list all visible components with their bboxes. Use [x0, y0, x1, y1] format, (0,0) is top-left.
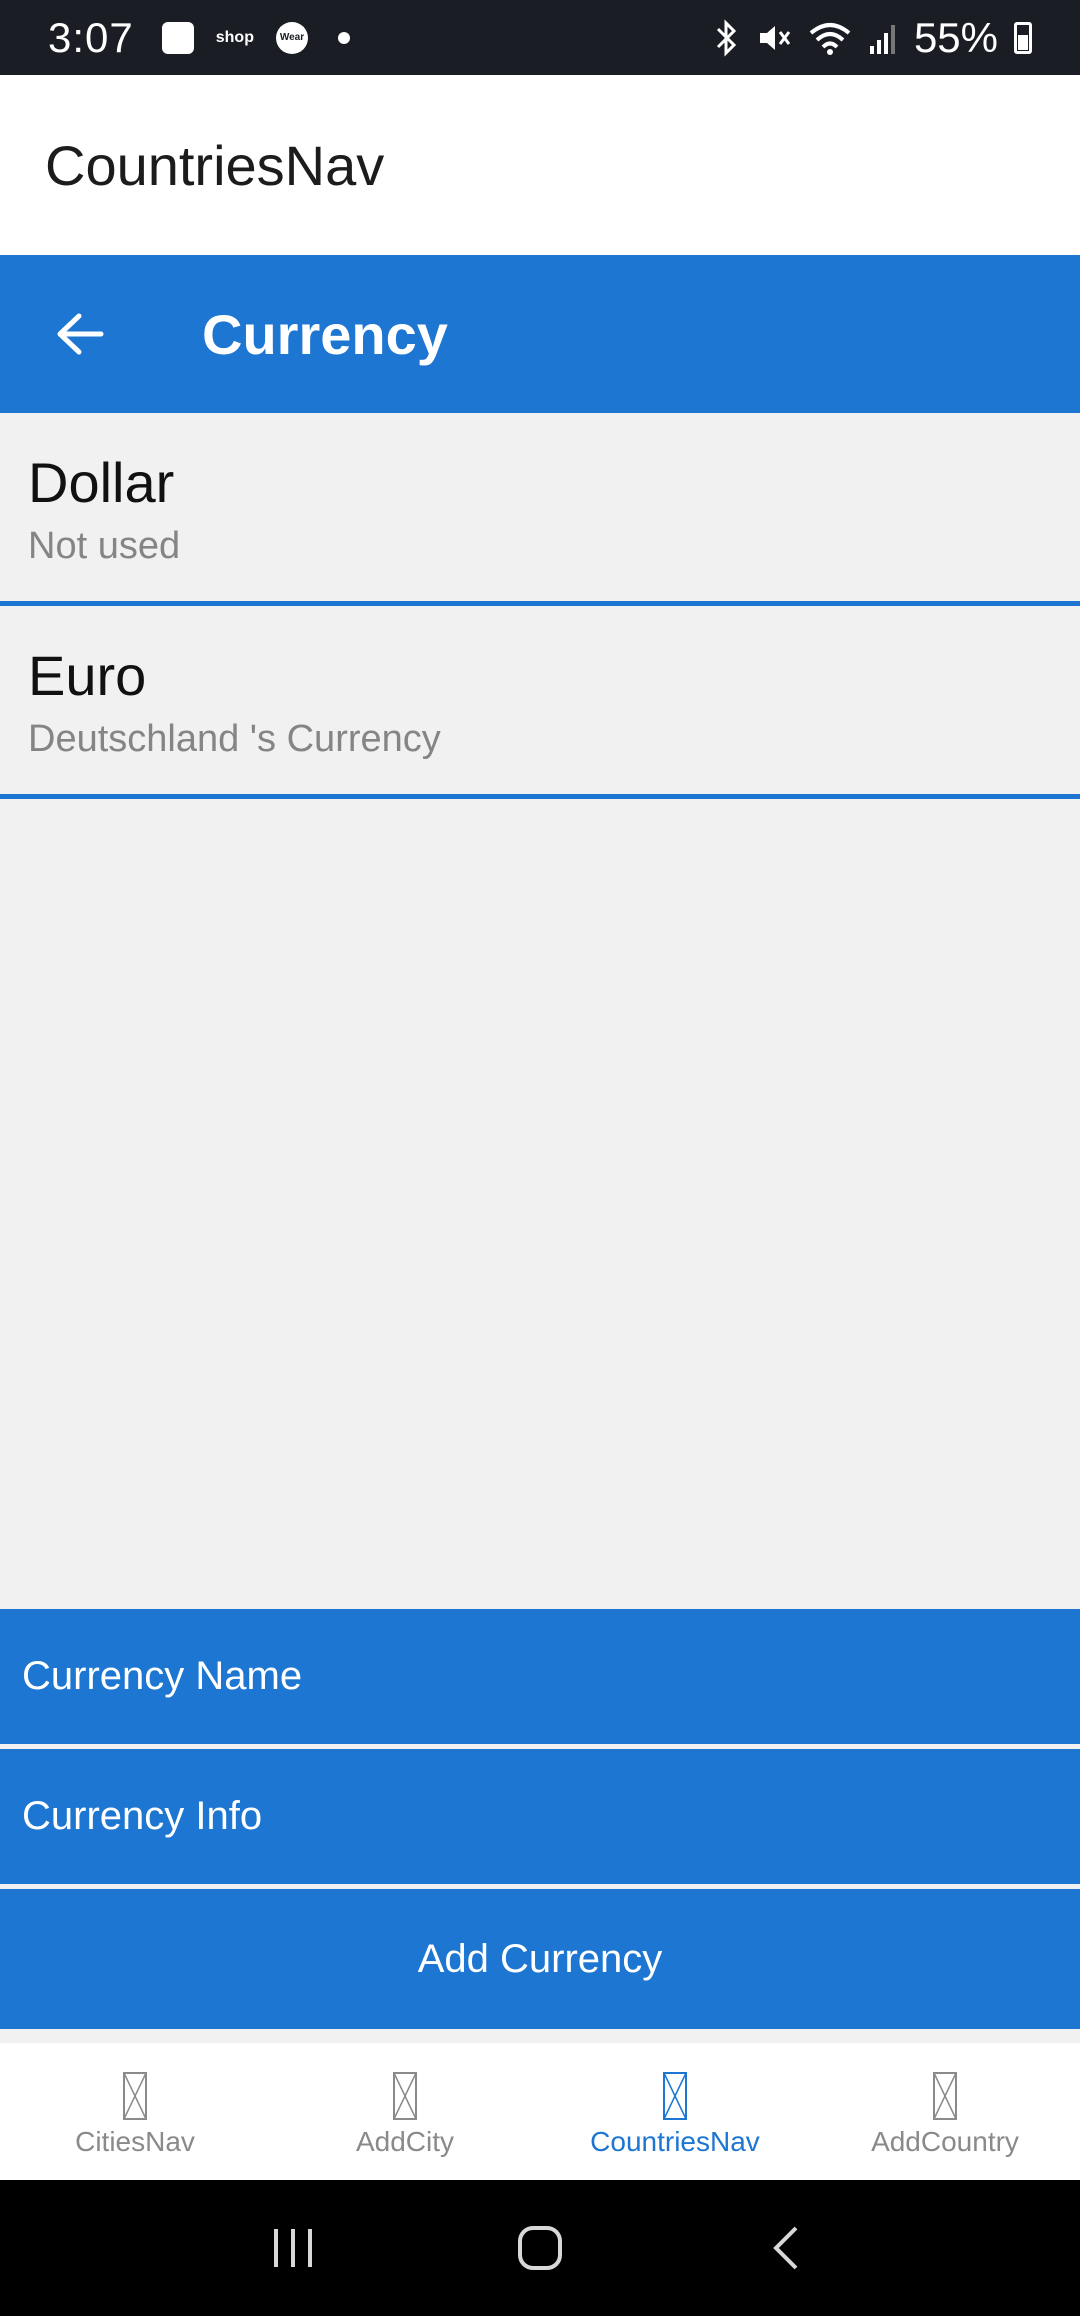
arrow-left-icon — [57, 313, 104, 355]
add-currency-button[interactable]: Add Currency — [0, 1889, 1080, 2029]
signal-icon — [869, 24, 895, 54]
currency-info-input[interactable] — [22, 1749, 1080, 1884]
tab-label: AddCity — [355, 2125, 455, 2157]
add-currency-form: Add Currency — [0, 1609, 1080, 2029]
navigation-header: Currency — [0, 255, 1080, 413]
status-right: 55% — [712, 14, 1032, 62]
currency-item-dollar[interactable]: Dollar Not used — [0, 413, 1080, 606]
back-button[interactable] — [0, 255, 160, 413]
currency-name-input[interactable] — [22, 1609, 1080, 1744]
placeholder-icon — [933, 2071, 957, 2120]
wifi-icon — [809, 22, 851, 55]
app-title: CountriesNav — [45, 133, 385, 197]
system-navigation-bar — [0, 2180, 1080, 2316]
tab-addcountry[interactable]: AddCountry — [810, 2043, 1080, 2180]
page-title: Currency — [202, 302, 448, 366]
tab-addcity[interactable]: AddCity — [270, 2043, 540, 2180]
placeholder-icon — [393, 2071, 417, 2120]
tab-label: AddCountry — [871, 2125, 1019, 2157]
shop-icon: shop — [215, 28, 254, 46]
currency-item-euro[interactable]: Euro Deutschland 's Currency — [0, 606, 1080, 799]
battery-percent: 55% — [913, 13, 998, 61]
tab-label: CitiesNav — [75, 2125, 195, 2157]
tab-countriesnav[interactable]: CountriesNav — [540, 2043, 810, 2180]
currency-name: Dollar — [28, 451, 175, 514]
system-back-button[interactable] — [747, 2208, 827, 2288]
status-bar: 3:07 shop Wear 55% — [0, 0, 1080, 75]
app-title-bar: CountriesNav — [0, 75, 1080, 255]
bluetooth-icon — [716, 18, 737, 57]
gallery-icon — [161, 21, 194, 54]
recent-apps-icon — [274, 2229, 313, 2267]
placeholder-icon — [663, 2071, 687, 2120]
chevron-left-icon — [772, 2226, 798, 2270]
tab-citiesnav[interactable]: CitiesNav — [0, 2043, 270, 2180]
recent-apps-button[interactable] — [253, 2208, 333, 2288]
currency-name-field — [0, 1609, 1080, 1749]
bottom-tab-bar: CitiesNav AddCity CountriesNav AddCountr… — [0, 2043, 1080, 2180]
home-button[interactable] — [500, 2208, 580, 2288]
battery-icon — [1014, 21, 1032, 54]
currency-name: Euro — [28, 644, 147, 707]
wear-icon-label: Wear — [279, 31, 305, 43]
currency-info: Deutschland 's Currency — [28, 718, 441, 761]
status-left: 3:07 shop Wear — [48, 14, 350, 62]
mute-icon — [759, 25, 791, 50]
currency-info: Not used — [28, 525, 181, 568]
status-time: 3:07 — [48, 13, 134, 61]
home-icon — [517, 2226, 562, 2270]
notification-dot-icon — [337, 31, 350, 44]
wear-icon: Wear — [275, 21, 308, 54]
currency-list: Dollar Not used Euro Deutschland 's Curr… — [0, 413, 1080, 799]
tab-label: CountriesNav — [590, 2125, 760, 2157]
placeholder-icon — [123, 2071, 147, 2120]
currency-info-field — [0, 1749, 1080, 1889]
